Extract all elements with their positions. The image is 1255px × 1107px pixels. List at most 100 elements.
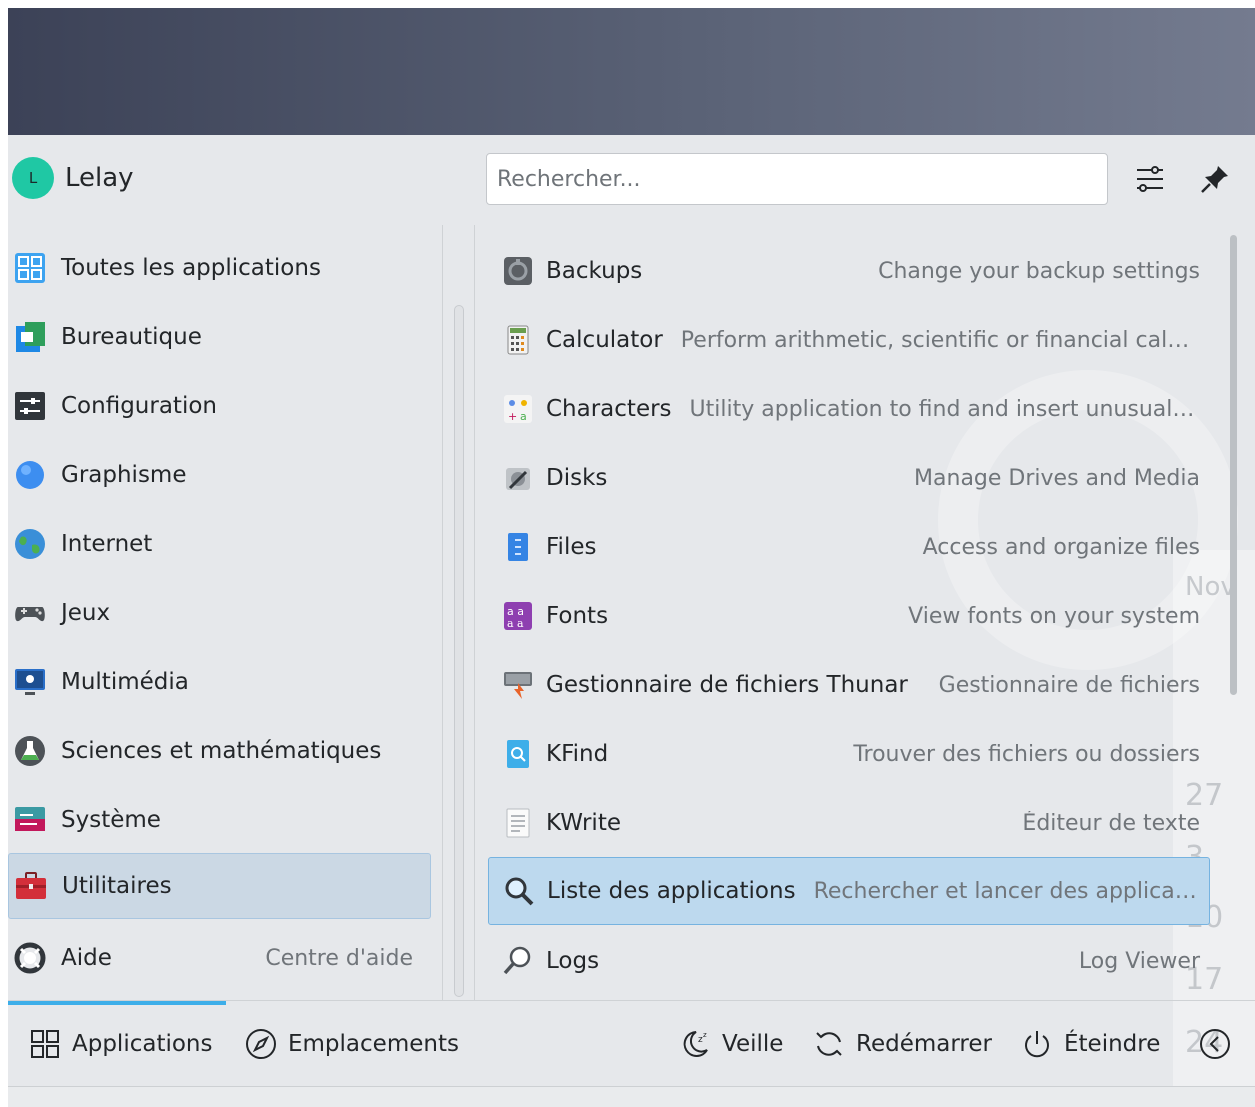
thunar-icon bbox=[500, 667, 536, 703]
app-description: Gestionnaire de fichiers bbox=[938, 672, 1200, 698]
category-label: Internet bbox=[61, 531, 153, 557]
app-name: Calculator bbox=[546, 327, 663, 353]
category-scrollbar[interactable] bbox=[454, 305, 464, 997]
app-item-app-list[interactable]: Liste des applications Rechercher et lan… bbox=[488, 857, 1210, 925]
category-systeme[interactable]: Système bbox=[8, 787, 431, 853]
sliders-icon bbox=[1137, 166, 1163, 192]
category-configuration[interactable]: Configuration bbox=[8, 373, 431, 439]
fonts-icon: a aa a bbox=[500, 598, 536, 634]
app-item-kfind[interactable]: KFind Trouver des fichiers ou dossiers bbox=[488, 721, 1210, 787]
tab-label: Applications bbox=[72, 1031, 213, 1057]
app-name: Disks bbox=[546, 465, 608, 491]
category-bureautique[interactable]: Bureautique bbox=[8, 304, 431, 370]
app-name: Fonts bbox=[546, 603, 609, 629]
app-name: Liste des applications bbox=[547, 878, 796, 904]
multimedia-icon bbox=[12, 664, 48, 700]
app-description: Trouver des fichiers ou dossiers bbox=[853, 741, 1200, 767]
category-sciences[interactable]: Sciences et mathématiques bbox=[8, 718, 431, 784]
app-description: View fonts on your system bbox=[908, 603, 1200, 629]
calculator-icon bbox=[500, 322, 536, 358]
magnifier-icon bbox=[501, 873, 537, 909]
category-internet[interactable]: Internet bbox=[8, 511, 431, 577]
app-name: Files bbox=[546, 534, 597, 560]
category-label: Utilitaires bbox=[62, 873, 172, 899]
search-input[interactable] bbox=[486, 153, 1108, 205]
office-icon bbox=[12, 319, 48, 355]
app-item-characters[interactable]: + a Characters Utility application to fin… bbox=[488, 376, 1210, 442]
app-name: Backups bbox=[546, 258, 643, 284]
settings-icon bbox=[12, 388, 48, 424]
app-item-kwrite[interactable]: KWrite Éditeur de texte bbox=[488, 790, 1210, 856]
app-name: KFind bbox=[546, 741, 609, 767]
logs-icon bbox=[500, 943, 536, 979]
sleep-button[interactable]: zz Veille bbox=[678, 1023, 783, 1065]
tab-label: Emplacements bbox=[288, 1031, 459, 1057]
app-item-calculator[interactable]: Calculator Perform arithmetic, scientifi… bbox=[488, 307, 1210, 373]
app-item-thunar[interactable]: Gestionnaire de fichiers Thunar Gestionn… bbox=[488, 652, 1210, 718]
taskbar bbox=[8, 1086, 1255, 1107]
all-apps-icon bbox=[12, 250, 48, 286]
tab-applications[interactable]: Applications bbox=[28, 1023, 213, 1065]
svg-text:a: a bbox=[520, 410, 527, 423]
graphics-icon bbox=[12, 457, 48, 493]
toolbox-icon bbox=[13, 868, 49, 904]
leave-menu-button[interactable] bbox=[1198, 1023, 1242, 1065]
category-multimedia[interactable]: Multimédia bbox=[8, 649, 431, 715]
app-list-scrollbar[interactable] bbox=[1230, 235, 1237, 695]
column-divider bbox=[474, 225, 475, 1000]
user-name: Lelay bbox=[65, 163, 134, 193]
app-name: Logs bbox=[546, 948, 600, 974]
app-name: KWrite bbox=[546, 810, 621, 836]
restart-label: Redémarrer bbox=[856, 1031, 992, 1057]
category-utilitaires[interactable]: Utilitaires bbox=[8, 853, 431, 919]
category-all-applications[interactable]: Toutes les applications bbox=[8, 235, 431, 301]
characters-icon: + a bbox=[500, 391, 536, 427]
avatar-initial: L bbox=[28, 169, 38, 187]
active-tab-indicator bbox=[8, 1001, 226, 1005]
category-graphisme[interactable]: Graphisme bbox=[8, 442, 431, 508]
globe-icon bbox=[12, 526, 48, 562]
category-label: Configuration bbox=[61, 393, 217, 419]
restart-button[interactable]: Redémarrer bbox=[812, 1023, 992, 1065]
app-description: Perform arithmetic, scientific or financ… bbox=[680, 327, 1201, 353]
backup-icon bbox=[500, 253, 536, 289]
svg-text:z: z bbox=[703, 1031, 707, 1039]
grid-icon bbox=[28, 1027, 62, 1061]
app-description: Rechercher et lancer des applicati... bbox=[813, 878, 1209, 904]
category-description: Centre d'aide bbox=[265, 945, 413, 971]
power-icon bbox=[1020, 1027, 1054, 1061]
app-item-disks[interactable]: Disks Manage Drives and Media bbox=[488, 445, 1210, 511]
sleep-label: Veille bbox=[722, 1031, 784, 1057]
science-icon bbox=[12, 733, 48, 769]
avatar[interactable]: L bbox=[12, 157, 54, 199]
svg-text:+: + bbox=[508, 410, 517, 423]
app-item-files[interactable]: Files Access and organize files bbox=[488, 514, 1210, 580]
category-jeux[interactable]: Jeux bbox=[8, 580, 431, 646]
app-name: Characters bbox=[546, 396, 672, 422]
category-label: Multimédia bbox=[61, 669, 189, 695]
category-label: Aide bbox=[61, 945, 112, 971]
app-description: Change your backup settings bbox=[878, 258, 1200, 284]
category-label: Système bbox=[61, 807, 161, 833]
app-description: Access and organize files bbox=[922, 534, 1200, 560]
chevron-left-icon bbox=[1198, 1027, 1232, 1061]
app-item-fonts[interactable]: a aa a Fonts View fonts on your system bbox=[488, 583, 1210, 649]
app-item-logs[interactable]: Logs Log Viewer bbox=[488, 928, 1210, 994]
shutdown-button[interactable]: Éteindre bbox=[1020, 1023, 1160, 1065]
app-item-backups[interactable]: Backups Change your backup settings bbox=[488, 238, 1210, 304]
restart-icon bbox=[812, 1027, 846, 1061]
files-icon bbox=[500, 529, 536, 565]
application-launcher: Nov 27 3 10 17 24 1 L Lelay Toutes les a… bbox=[8, 135, 1255, 1086]
kwrite-icon bbox=[500, 805, 536, 841]
compass-icon bbox=[244, 1027, 278, 1061]
app-description: Utility application to find and insert u… bbox=[689, 396, 1201, 422]
help-icon bbox=[12, 940, 48, 976]
category-aide[interactable]: Aide Centre d'aide bbox=[8, 925, 431, 991]
pin-button[interactable] bbox=[1193, 157, 1237, 201]
configure-button[interactable] bbox=[1128, 157, 1172, 201]
gamepad-icon bbox=[12, 595, 48, 631]
tab-places[interactable]: Emplacements bbox=[244, 1023, 459, 1065]
column-divider bbox=[442, 225, 443, 1000]
category-label: Graphisme bbox=[61, 462, 187, 488]
sleep-icon: zz bbox=[678, 1027, 712, 1061]
